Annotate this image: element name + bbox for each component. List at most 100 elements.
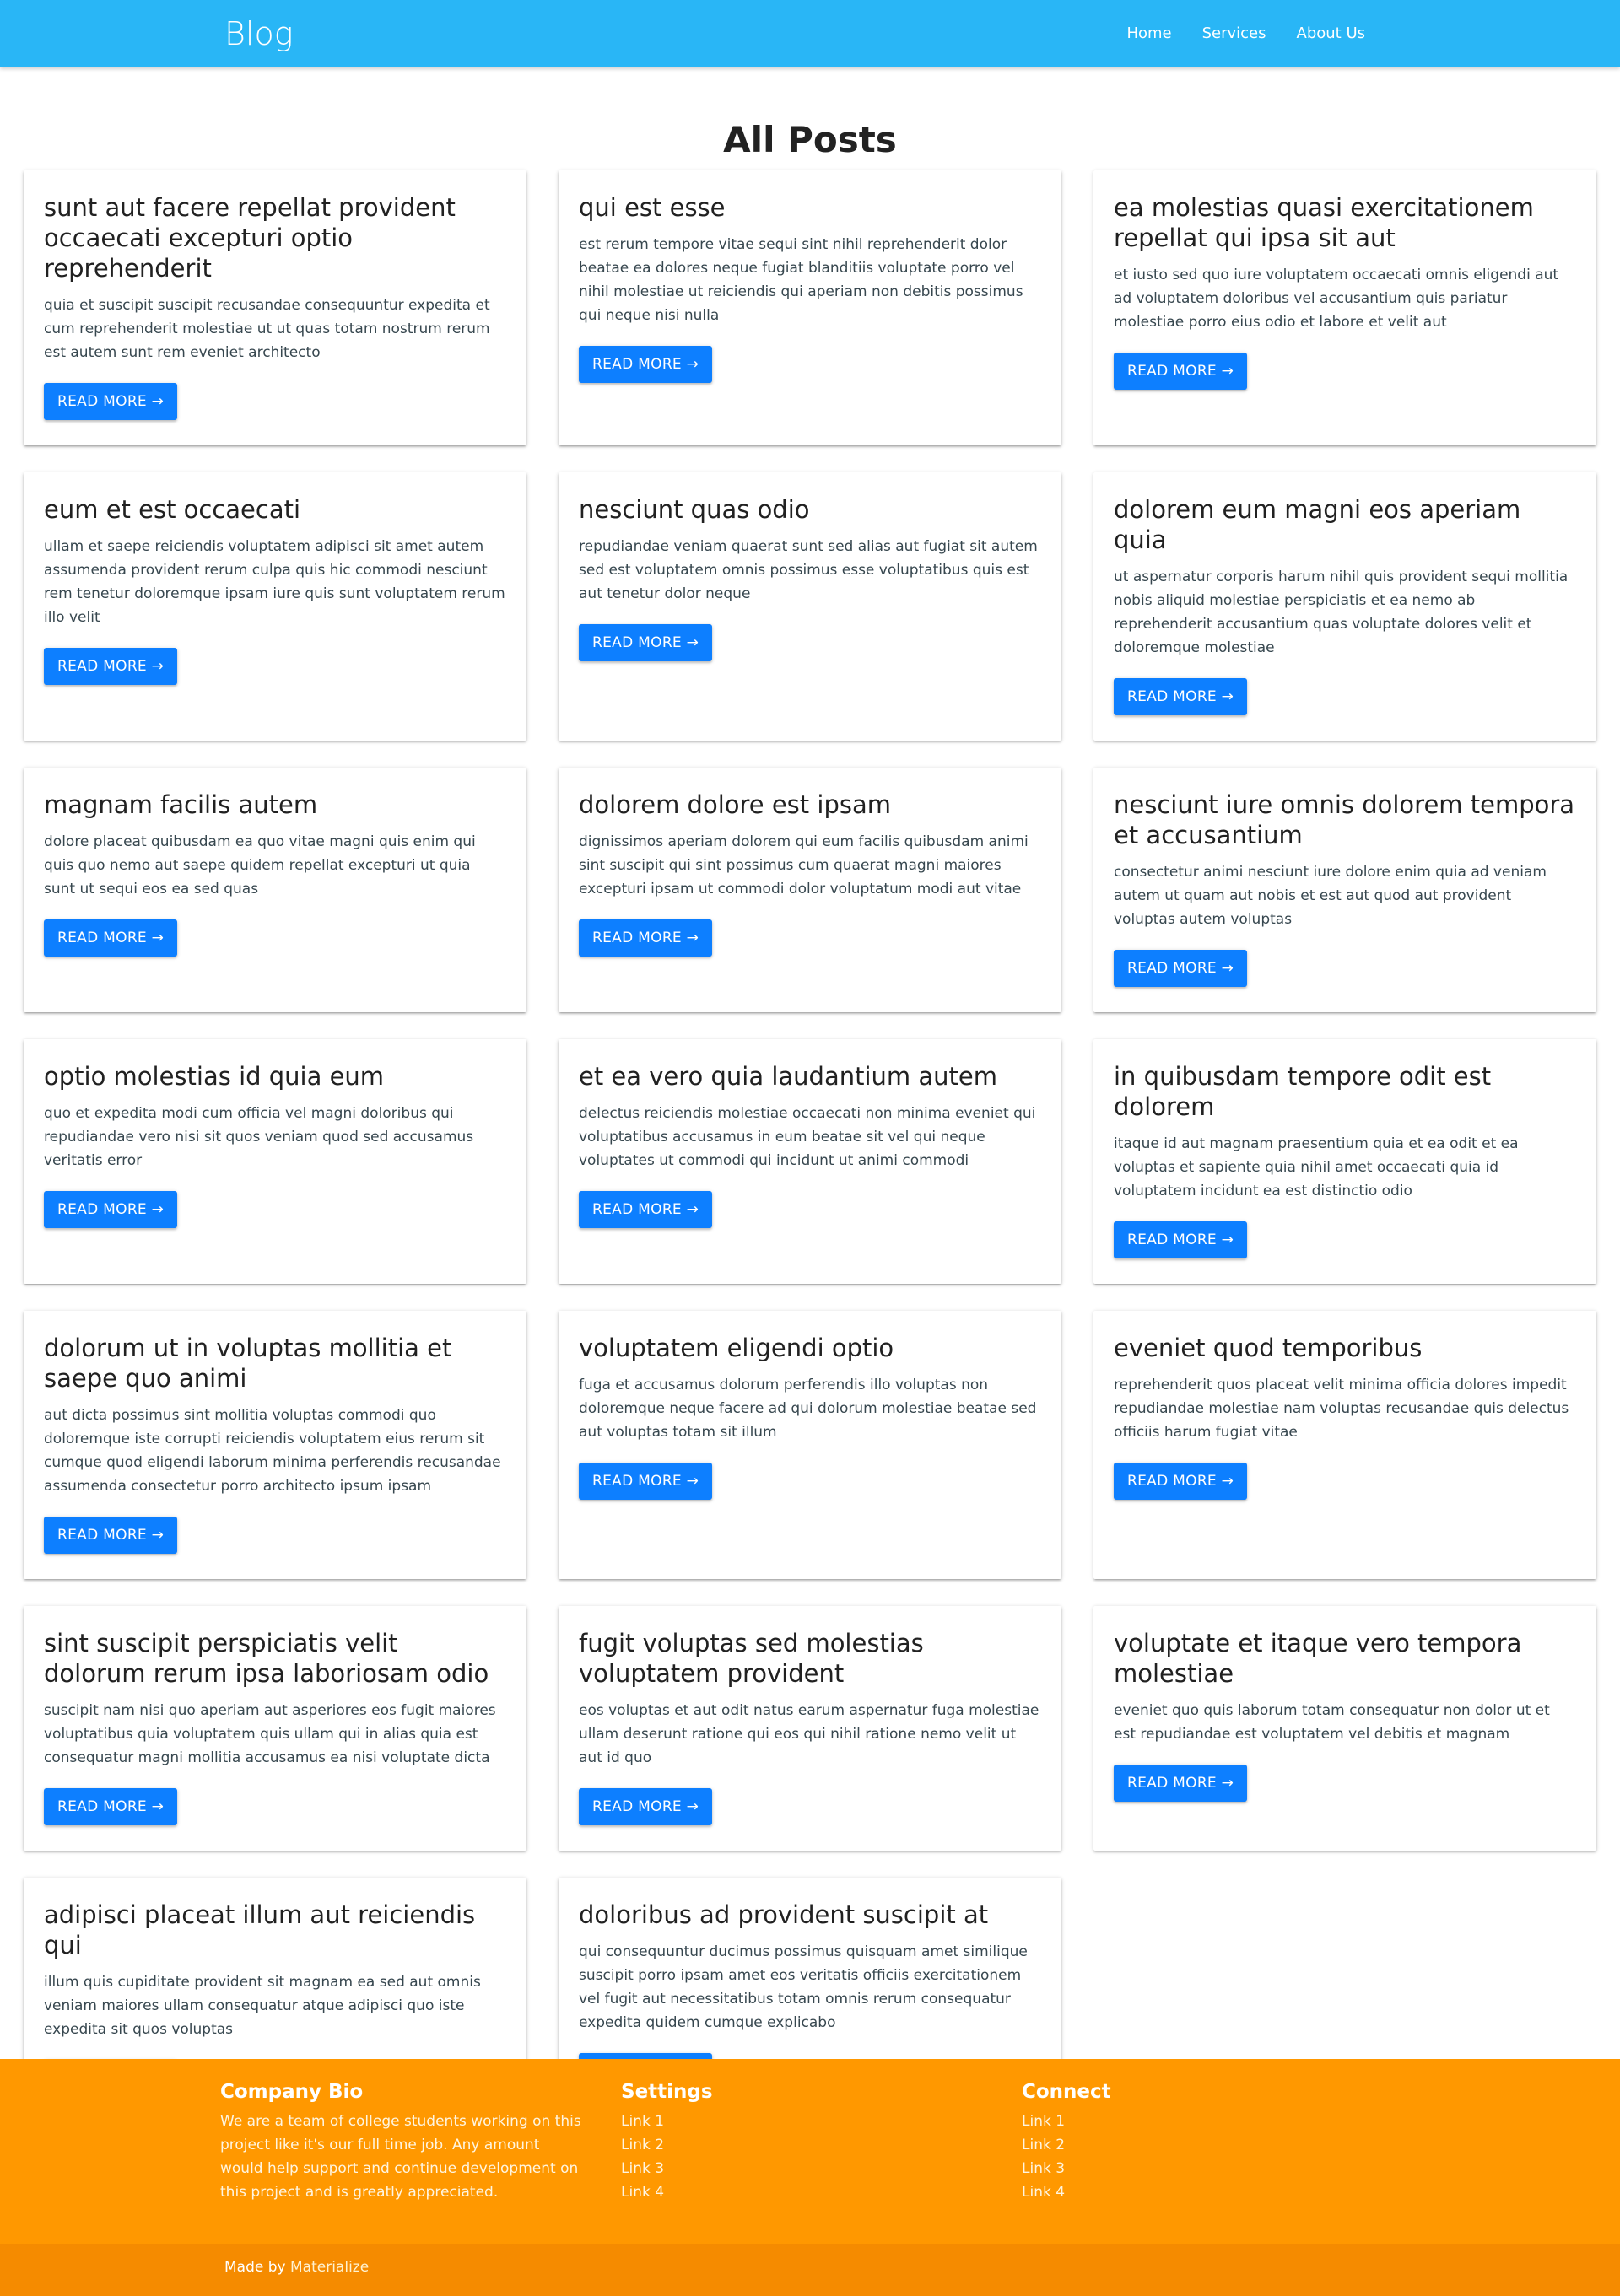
- post-excerpt: itaque id aut magnam praesentium quia et…: [1114, 1135, 1519, 1199]
- post-title: optio molestias id quia eum: [44, 1062, 385, 1091]
- footer-connect-link-4[interactable]: Link 4: [1022, 2180, 1111, 2204]
- post-title: sint suscipit perspiciatis velit dolorum…: [44, 1629, 489, 1688]
- post-title: sunt aut facere repellat provident occae…: [44, 193, 456, 283]
- read-more-button[interactable]: READ MORE →: [1114, 1463, 1248, 1500]
- footer-settings: Settings Link 1 Link 2 Link 3 Link 4: [621, 2078, 713, 2204]
- post-card: dolorum ut in voluptas mollitia et saepe…: [24, 1311, 526, 1579]
- footer-settings-link-1[interactable]: Link 1: [621, 2110, 713, 2133]
- read-more-button[interactable]: READ MORE →: [579, 919, 713, 957]
- post-card: in quibusdam tempore odit est dolorem ita…: [1094, 1039, 1596, 1284]
- post-card: magnam facilis autem dolore placeat quibu…: [24, 768, 526, 1012]
- post-excerpt: repudiandae veniam quaerat sunt sed alia…: [579, 538, 1038, 602]
- post-card: dolorem eum magni eos aperiam quia ut asp…: [1094, 472, 1596, 741]
- post-title: dolorem dolore est ipsam: [579, 790, 891, 819]
- post-card: voluptatem eligendi optio fuga et accusam…: [559, 1311, 1061, 1579]
- post-excerpt: dolore placeat quibusdam ea quo vitae ma…: [44, 833, 476, 897]
- read-more-button[interactable]: READ MORE →: [579, 346, 713, 383]
- footer-settings-link-3[interactable]: Link 3: [621, 2157, 713, 2180]
- page-title: All Posts: [723, 119, 897, 161]
- post-excerpt: aut dicta possimus sint mollitia volupta…: [44, 1407, 501, 1495]
- read-more-button[interactable]: READ MORE →: [44, 1517, 178, 1554]
- post-excerpt: consectetur animi nesciunt iure dolore e…: [1114, 864, 1547, 928]
- footer-settings-link-4[interactable]: Link 4: [621, 2180, 713, 2204]
- nav-link-services[interactable]: Services: [1187, 20, 1282, 47]
- post-card: sunt aut facere repellat provident occae…: [24, 170, 526, 445]
- post-title: nesciunt quas odio: [579, 495, 810, 524]
- footer-settings-heading: Settings: [621, 2081, 713, 2103]
- read-more-button[interactable]: READ MORE →: [44, 648, 178, 685]
- post-title: dolorem eum magni eos aperiam quia: [1114, 495, 1521, 554]
- read-more-button[interactable]: READ MORE →: [44, 1191, 178, 1228]
- post-excerpt: delectus reiciendis molestiae occaecati …: [579, 1105, 1036, 1169]
- nav-links: Home Services About Us: [1111, 20, 1380, 47]
- navbar: Blog Home Services About Us: [0, 0, 1620, 67]
- post-title: qui est esse: [579, 193, 726, 222]
- post-card: voluptate et itaque vero tempora molesti…: [1094, 1606, 1596, 1851]
- read-more-button[interactable]: READ MORE →: [579, 1191, 713, 1228]
- footer-connect-heading: Connect: [1022, 2081, 1111, 2103]
- posts-grid: sunt aut facere repellat provident occae…: [24, 170, 1596, 2122]
- footer-connect-link-1[interactable]: Link 1: [1022, 2110, 1111, 2133]
- post-title: adipisci placeat illum aut reiciendis qu…: [44, 1900, 476, 1959]
- read-more-button[interactable]: READ MORE →: [1114, 678, 1248, 715]
- footer-connect-link-2[interactable]: Link 2: [1022, 2133, 1111, 2157]
- read-more-button[interactable]: READ MORE →: [44, 1788, 178, 1825]
- post-excerpt: qui consequuntur ducimus possimus quisqu…: [579, 1943, 1028, 2031]
- post-card: et ea vero quia laudantium autem delectus…: [559, 1039, 1061, 1284]
- post-excerpt: ut aspernatur corporis harum nihil quis …: [1114, 569, 1569, 656]
- footer-copyright: Made by Materialize: [0, 2244, 1620, 2296]
- post-title: nesciunt iure omnis dolorem tempora et a…: [1114, 790, 1575, 849]
- post-title: eum et est occaecati: [44, 495, 301, 524]
- post-title: voluptate et itaque vero tempora molesti…: [1114, 1629, 1522, 1688]
- post-excerpt: et iusto sed quo iure voluptatem occaeca…: [1114, 267, 1559, 331]
- materialize-link[interactable]: Materialize: [290, 2259, 369, 2276]
- post-title: eveniet quod temporibus: [1114, 1334, 1423, 1362]
- post-excerpt: dignissimos aperiam dolorem qui eum faci…: [579, 833, 1029, 897]
- read-more-button[interactable]: READ MORE →: [1114, 950, 1248, 987]
- post-title: voluptatem eligendi optio: [579, 1334, 894, 1362]
- footer-company-bio: Company Bio We are a team of college stu…: [220, 2078, 583, 2204]
- footer-bio-heading: Company Bio: [220, 2081, 364, 2103]
- footer-connect-link-3[interactable]: Link 3: [1022, 2157, 1111, 2180]
- nav-link-about-us[interactable]: About Us: [1282, 20, 1381, 47]
- read-more-button[interactable]: READ MORE →: [1114, 1765, 1248, 1802]
- post-card: sint suscipit perspiciatis velit dolorum…: [24, 1606, 526, 1851]
- post-excerpt: quo et expedita modi cum officia vel mag…: [44, 1105, 474, 1169]
- read-more-button[interactable]: READ MORE →: [579, 1788, 713, 1825]
- post-excerpt: ullam et saepe reiciendis voluptatem adi…: [44, 538, 505, 626]
- post-title: in quibusdam tempore odit est dolorem: [1114, 1062, 1492, 1121]
- read-more-button[interactable]: READ MORE →: [1114, 353, 1248, 390]
- footer-bio-text: We are a team of college students workin…: [220, 2113, 581, 2201]
- read-more-button[interactable]: READ MORE →: [1114, 1221, 1248, 1258]
- read-more-button[interactable]: READ MORE →: [579, 1463, 713, 1500]
- post-card: nesciunt iure omnis dolorem tempora et a…: [1094, 768, 1596, 1012]
- post-excerpt: quia et suscipit suscipit recusandae con…: [44, 297, 490, 361]
- post-excerpt: reprehenderit quos placeat velit minima …: [1114, 1377, 1569, 1441]
- post-excerpt: illum quis cupiditate provident sit magn…: [44, 1974, 481, 2038]
- post-card: optio molestias id quia eum quo et expedi…: [24, 1039, 526, 1284]
- read-more-button[interactable]: READ MORE →: [579, 624, 713, 661]
- post-card: nesciunt quas odio repudiandae veniam qua…: [559, 472, 1061, 741]
- post-title: magnam facilis autem: [44, 790, 318, 819]
- nav-link-home[interactable]: Home: [1111, 20, 1186, 47]
- post-card: eveniet quod temporibus reprehenderit quo…: [1094, 1311, 1596, 1579]
- read-more-button[interactable]: READ MORE →: [44, 919, 178, 957]
- copyright-text: Made by Materialize: [224, 2259, 369, 2276]
- post-excerpt: eveniet quo quis laborum totam consequat…: [1114, 1702, 1550, 1743]
- post-excerpt: eos voluptas et aut odit natus earum asp…: [579, 1702, 1040, 1766]
- footer-settings-link-2[interactable]: Link 2: [621, 2133, 713, 2157]
- post-card: dolorem dolore est ipsam dignissimos aper…: [559, 768, 1061, 1012]
- post-card: eum et est occaecati ullam et saepe reici…: [24, 472, 526, 741]
- post-card: ea molestias quasi exercitationem repell…: [1094, 170, 1596, 445]
- read-more-button[interactable]: READ MORE →: [44, 383, 178, 420]
- post-title: dolorum ut in voluptas mollitia et saepe…: [44, 1334, 452, 1393]
- post-title: ea molestias quasi exercitationem repell…: [1114, 193, 1534, 252]
- footer-connect: Connect Link 1 Link 2 Link 3 Link 4: [1022, 2078, 1111, 2204]
- post-excerpt: fuga et accusamus dolorum perferendis il…: [579, 1377, 1037, 1441]
- brand-logo[interactable]: Blog: [224, 13, 294, 54]
- made-by-label: Made by: [224, 2259, 286, 2276]
- post-title: doloribus ad provident suscipit at: [579, 1900, 989, 1929]
- post-card: qui est esse est rerum tempore vitae sequ…: [559, 170, 1061, 445]
- post-excerpt: suscipit nam nisi quo aperiam aut asperi…: [44, 1702, 496, 1766]
- post-card: fugit voluptas sed molestias voluptatem …: [559, 1606, 1061, 1851]
